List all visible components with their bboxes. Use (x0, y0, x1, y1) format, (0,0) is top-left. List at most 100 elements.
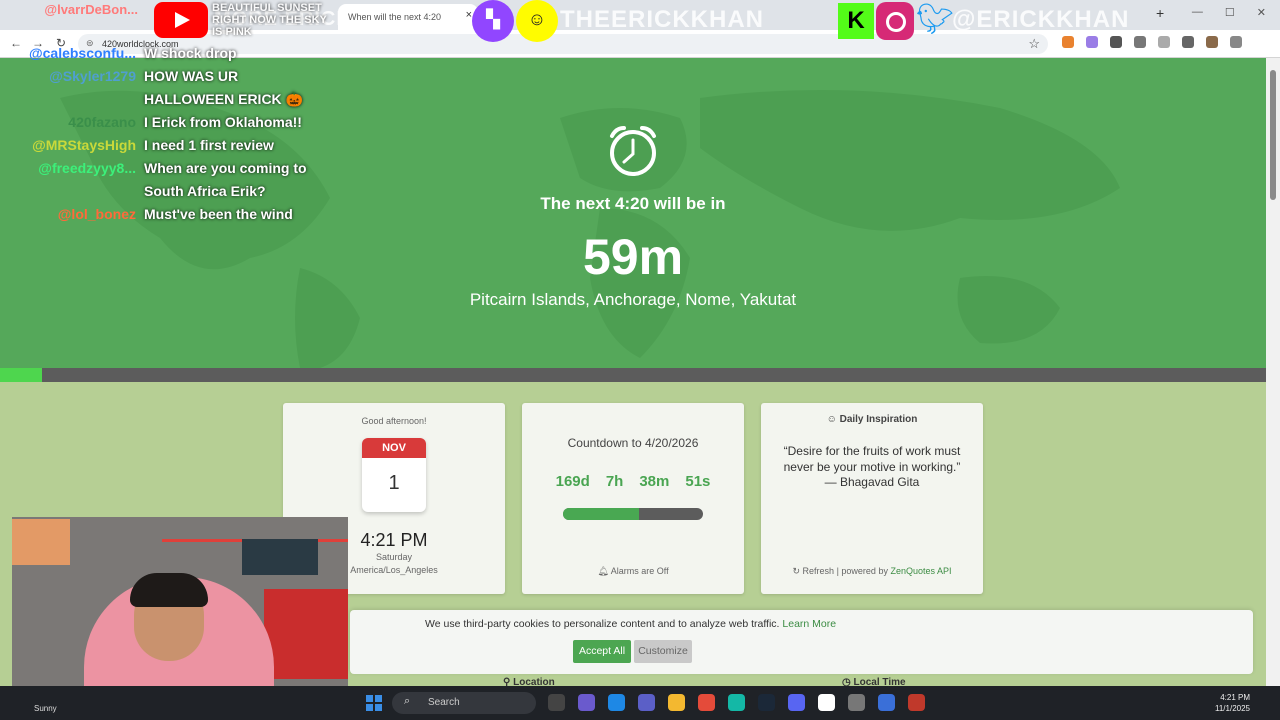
taskbar-date: 11/1/2025 (1215, 704, 1250, 713)
app-icon[interactable] (878, 694, 895, 711)
teams-icon[interactable] (638, 694, 655, 711)
countdown-days: 169d (555, 473, 590, 490)
extension-icon[interactable] (1086, 36, 1098, 48)
bookmark-star-icon[interactable]: ☆ (1028, 36, 1040, 52)
inspiration-card: ☺︎ Daily Inspiration “Desire for the fru… (761, 403, 983, 594)
extension-icon[interactable] (1062, 36, 1074, 48)
discord-icon[interactable] (788, 694, 805, 711)
accept-all-button[interactable]: Accept All (573, 640, 631, 663)
countdown-card: Countdown to 4/20/2026 169d 7h 38m 51s 🔔… (522, 403, 744, 594)
extension-icons (1062, 36, 1242, 48)
countdown-minutes: 38m (639, 473, 670, 490)
twitch-logo: ▚ (472, 0, 514, 42)
chat-message: When are you coming to (144, 160, 307, 176)
refresh-link[interactable]: Refresh (803, 566, 835, 576)
browser-tab[interactable]: When will the next 4:20 × (338, 4, 478, 30)
webcam-tv (242, 539, 318, 575)
customize-button[interactable]: Customize (634, 640, 692, 663)
quote-text: “Desire for the fruits of work must neve… (783, 444, 961, 474)
chat-message: South Africa Erik? (144, 183, 266, 199)
reading-list-icon[interactable] (1182, 36, 1194, 48)
taskbar-search[interactable]: ⌕ Search (392, 692, 536, 714)
chat-username: @calebsconfu... (28, 45, 136, 61)
inspiration-title: ☺︎ Daily Inspiration (761, 414, 983, 425)
tab-title: When will the next 4:20 (348, 12, 442, 22)
alarms-toggle[interactable]: 🔔︎ Alarms are Off (522, 566, 744, 577)
chat-username: 420fazano (68, 114, 136, 130)
calendar-month: NOV (362, 438, 426, 458)
quote-author: — Bhagavad Gita (824, 475, 920, 489)
overlay-top-message: BEAUTIFUL SUNSET RIGHT NOW THE SKY IS PI… (212, 2, 327, 38)
minimize-icon[interactable]: — (1192, 6, 1203, 19)
streamer-hair (130, 573, 208, 607)
hour-progress-bar (0, 368, 1266, 382)
calendar-day: 1 (388, 472, 400, 494)
countdown-values: 169d 7h 38m 51s (522, 473, 744, 490)
countdown-hours: 7h (605, 473, 624, 490)
chat-username: @Skyler1279 (49, 68, 136, 84)
chat-username: @freedzyyy8... (38, 160, 136, 176)
close-window-icon[interactable]: ✕ (1257, 6, 1266, 19)
chat-message: Must've been the wind (144, 206, 293, 222)
instagram-logo (876, 2, 914, 40)
profile-avatar[interactable] (1206, 36, 1218, 48)
task-view-icon[interactable] (548, 694, 565, 711)
inspiration-title-text: Daily Inspiration (839, 414, 918, 425)
app-icon[interactable] (728, 694, 745, 711)
weather-label[interactable]: Sunny (34, 704, 57, 713)
maximize-icon[interactable]: ☐ (1225, 6, 1235, 19)
hero-places: Pitcairn Islands, Anchorage, Nome, Yakut… (469, 290, 797, 309)
taskbar-time: 4:21 PM (1220, 693, 1250, 702)
windows-start-icon[interactable] (366, 695, 382, 711)
countdown-progress-fill (563, 508, 639, 520)
copilot-icon[interactable] (578, 694, 595, 711)
puzzle-icon[interactable] (1134, 36, 1146, 48)
chat-username: @MRStaysHigh (32, 137, 136, 153)
chat-message: I need 1 first review (144, 137, 274, 153)
chrome-icon[interactable] (698, 694, 715, 711)
zenquotes-link[interactable]: ZenQuotes API (890, 566, 951, 576)
chat-message: HOW WAS UR (144, 68, 239, 84)
learn-more-link[interactable]: Learn More (782, 618, 836, 630)
countdown-seconds: 51s (685, 473, 711, 490)
scrollbar-thumb[interactable] (1270, 70, 1276, 200)
chat-message: I Erick from Oklahoma!! (144, 114, 302, 130)
twitter-logo: 🐦︎ (916, 3, 955, 36)
file-explorer-icon[interactable] (668, 694, 685, 711)
countdown-title: Countdown to 4/20/2026 (567, 436, 699, 450)
taskbar-apps (548, 694, 925, 711)
cookie-text: We use third-party cookies to personaliz… (425, 618, 836, 630)
new-tab-button[interactable]: + (1156, 5, 1164, 21)
notepad-icon[interactable] (818, 694, 835, 711)
edge-icon[interactable] (608, 694, 625, 711)
greeting: Good afternoon! (361, 416, 427, 426)
taskbar-clock[interactable]: 4:21 PM 11/1/2025 (1215, 692, 1250, 714)
app-icon[interactable] (908, 694, 925, 711)
calendar-icon: NOV 1 (362, 438, 426, 512)
steam-icon[interactable] (758, 694, 775, 711)
overlay-banner-right: @ERICKKHAN (952, 6, 1130, 33)
taskbar-search-label: Search (428, 697, 460, 708)
chat-message: W shock drop (144, 45, 237, 61)
chat-username: @lol_bonez (57, 206, 136, 222)
chat-message: HALLOWEEN ERICK 🎃 (144, 91, 303, 107)
window-controls: — ☐ ✕ (1192, 6, 1266, 19)
quote-icon: ☺︎ (826, 414, 837, 425)
webcam-red-cloth (264, 589, 348, 679)
webcam-feed (12, 517, 348, 705)
page-scrollbar[interactable] (1266, 58, 1280, 686)
snapchat-logo: ☺ (516, 0, 558, 42)
extension-icon[interactable] (1158, 36, 1170, 48)
kick-logo: K (838, 3, 874, 39)
obs-icon[interactable] (848, 694, 865, 711)
alarm-clock-icon (610, 126, 656, 176)
youtube-logo (154, 2, 208, 38)
overlay-banner-mid: THEERICKKHAN (560, 6, 764, 33)
extension-icon[interactable] (1110, 36, 1122, 48)
windows-taskbar: Sunny ⌕ Search 4:21 PM 11/1/2025 (0, 686, 1280, 720)
powered-by-label: | powered by (836, 566, 888, 576)
cookie-message: We use third-party cookies to personaliz… (425, 618, 780, 630)
menu-icon[interactable] (1230, 36, 1242, 48)
search-icon: ⌕ (404, 695, 411, 707)
refresh-icon[interactable]: ↻ (792, 566, 800, 576)
